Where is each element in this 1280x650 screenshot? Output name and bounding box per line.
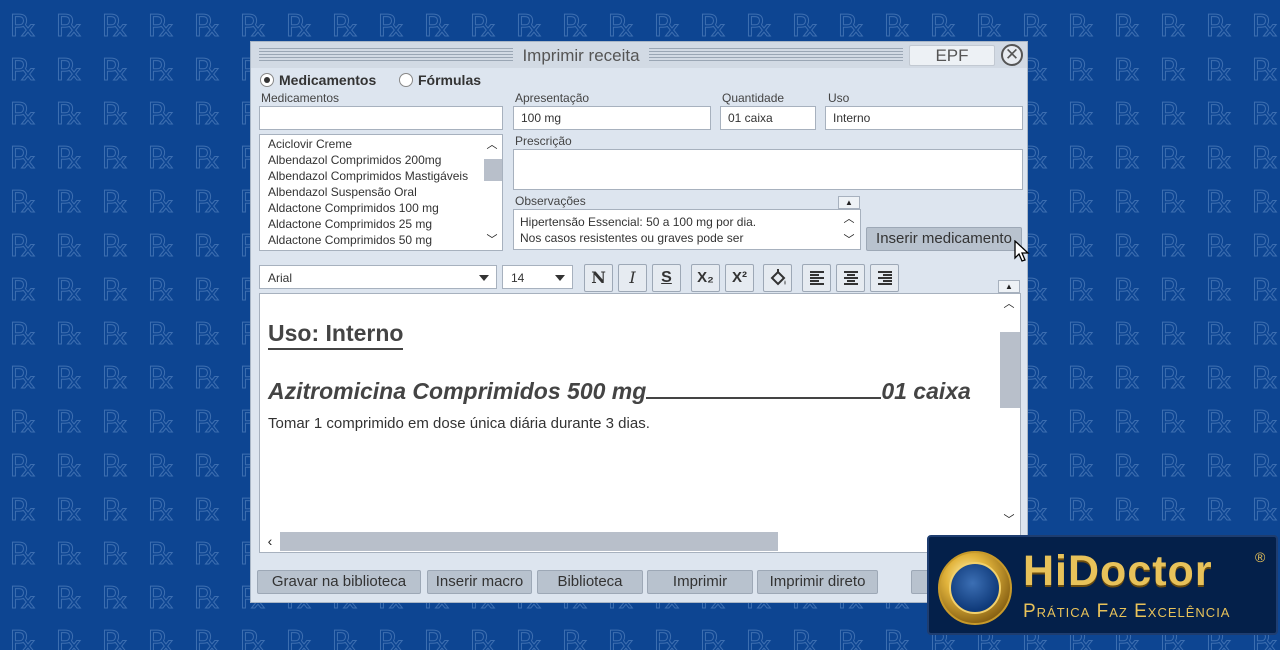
list-item[interactable]: Aldactone Comprimidos 100 mg	[260, 200, 502, 216]
align-right-icon[interactable]	[870, 264, 899, 292]
editor-vertical-scrollbar[interactable]: ︿ ﹀	[999, 294, 1020, 531]
print-direct-button[interactable]: Imprimir direto	[757, 570, 878, 594]
font-size-select[interactable]: 14	[502, 265, 573, 289]
brand-name: HiDoctor	[1023, 547, 1213, 595]
editor-vscroll-thumb[interactable]	[1000, 332, 1020, 408]
logo-emblem-icon	[938, 551, 1012, 625]
align-left-icon[interactable]	[802, 264, 831, 292]
print-prescription-window: Imprimir receita EPF ✕ Medicamentos Fórm…	[250, 41, 1028, 603]
brand-tagline: Prática Faz Excelência	[1023, 601, 1231, 622]
strikethrough-button[interactable]: S	[652, 264, 681, 292]
chevron-up-icon[interactable]: ︿	[842, 213, 856, 225]
title-grip-right	[649, 48, 903, 62]
chevron-up-icon[interactable]: ︿	[485, 139, 499, 151]
quantidade-label: Quantidade	[722, 91, 785, 105]
font-family-select[interactable]: Arial	[259, 265, 497, 289]
chevron-left-icon[interactable]: ‹	[263, 534, 277, 548]
observacoes-line: Hipertensão Essencial: 50 a 100 mg por d…	[520, 215, 757, 229]
list-item[interactable]: Albendazol Suspensão Oral	[260, 184, 502, 200]
list-item[interactable]: Aldactone Comprimidos 50 mg	[260, 232, 502, 248]
list-item[interactable]: Albendazol Comprimidos Mastigáveis	[260, 168, 502, 184]
font-family-value: Arial	[268, 271, 293, 285]
apresentacao-label: Apresentação	[515, 91, 590, 105]
list-item[interactable]: Aldactone Comprimidos 25 mg	[260, 216, 502, 232]
collapse-arrow-icon[interactable]: ▲	[838, 196, 860, 209]
brand-registered: ®	[1255, 549, 1266, 565]
chevron-down-icon[interactable]: ﹀	[485, 234, 499, 246]
editor-medication-name: Azitromicina Comprimidos 500 mg	[268, 378, 647, 404]
list-item[interactable]: Albendazol Comprimidos 200mg	[260, 152, 502, 168]
dropdown-arrow-icon	[479, 275, 489, 281]
list-scrollbar[interactable]: ︿ ﹀	[482, 135, 502, 250]
prescricao-label: Prescrição	[515, 134, 572, 148]
insert-medication-button[interactable]: Inserir medicamento	[866, 227, 1022, 251]
medicamentos-search-input[interactable]	[259, 106, 503, 130]
editor-horizontal-scrollbar[interactable]: ‹	[260, 531, 1000, 552]
observacoes-label: Observações	[515, 194, 586, 208]
fill-color-icon[interactable]	[763, 264, 792, 292]
chevron-up-icon[interactable]: ︿	[1002, 298, 1016, 310]
quantidade-input[interactable]: 01 caixa	[720, 106, 816, 130]
window-title: Imprimir receita	[522, 46, 640, 65]
title-bar[interactable]: Imprimir receita EPF ✕	[251, 42, 1027, 68]
uso-label: Uso	[828, 91, 850, 105]
editor-heading: Uso: Interno	[268, 320, 404, 350]
radio-medicamentos-label: Medicamentos	[279, 72, 377, 88]
radio-formulas-label: Fórmulas	[418, 72, 482, 88]
prescription-editor[interactable]: Uso: Interno Azitromicina Comprimidos 50…	[259, 293, 1021, 553]
close-icon[interactable]: ✕	[1001, 44, 1023, 66]
collapse-arrow-icon[interactable]: ▲	[998, 280, 1020, 293]
list-scroll-thumb[interactable]	[484, 159, 502, 181]
medication-list[interactable]: Aciclovir Creme Albendazol Comprimidos 2…	[259, 134, 503, 251]
editor-medication-qty: 01 caixa	[881, 378, 971, 404]
medicamentos-label: Medicamentos	[261, 91, 340, 105]
editor-fill-line	[646, 381, 882, 399]
editor-medication-line: Azitromicina Comprimidos 500 mg 01 caixa	[268, 378, 971, 405]
title-grip-left	[259, 48, 513, 62]
uso-input[interactable]: Interno	[825, 106, 1023, 130]
radio-selected-icon	[260, 73, 274, 87]
superscript-button[interactable]: X²	[725, 264, 754, 292]
observacoes-line: Nos casos resistentes ou graves pode ser	[520, 231, 744, 245]
save-library-button[interactable]: Gravar na biblioteca	[257, 570, 421, 594]
align-center-icon[interactable]	[836, 264, 865, 292]
mouse-cursor-icon	[1014, 240, 1030, 262]
radio-unselected-icon	[399, 73, 413, 87]
epf-button[interactable]: EPF	[909, 45, 995, 66]
editor-hscroll-thumb[interactable]	[280, 532, 778, 551]
hidoctor-logo: HiDoctor ® Prática Faz Excelência	[927, 535, 1278, 635]
insert-macro-button[interactable]: Inserir macro	[427, 570, 532, 594]
editor-instruction: Tomar 1 comprimido em dose única diária …	[268, 415, 650, 432]
bold-button[interactable]: N	[584, 264, 613, 292]
observacoes-textarea[interactable]: Hipertensão Essencial: 50 a 100 mg por d…	[513, 209, 861, 250]
prescricao-input[interactable]	[513, 149, 1023, 190]
font-size-value: 14	[511, 271, 525, 285]
list-item[interactable]: Aciclovir Creme	[260, 136, 502, 152]
chevron-down-icon[interactable]: ﹀	[1002, 514, 1016, 526]
subscript-button[interactable]: X₂	[691, 264, 720, 292]
print-button[interactable]: Imprimir	[647, 570, 753, 594]
library-button[interactable]: Biblioteca	[537, 570, 643, 594]
apresentacao-input[interactable]: 100 mg	[513, 106, 711, 130]
dropdown-arrow-icon	[555, 275, 565, 281]
italic-button[interactable]: I	[618, 264, 647, 292]
chevron-down-icon[interactable]: ﹀	[842, 234, 856, 246]
